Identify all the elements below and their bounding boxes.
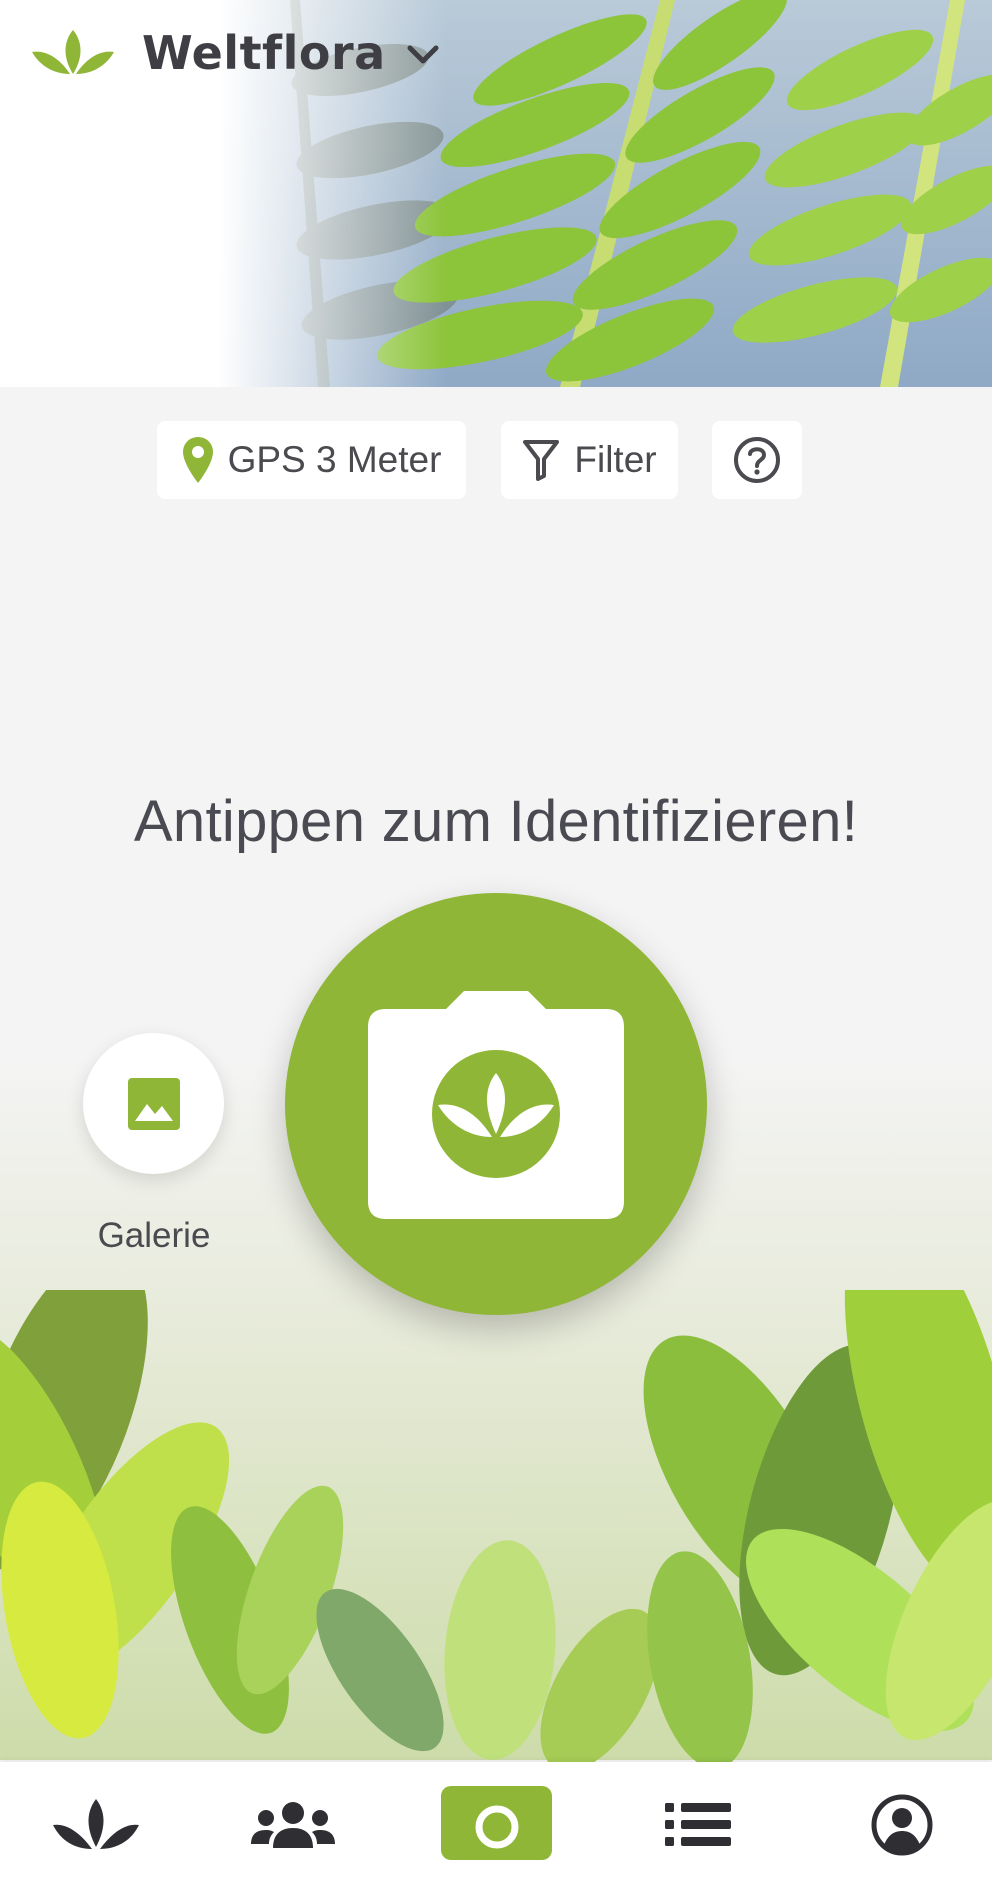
- question-circle-icon: [734, 437, 780, 483]
- flora-selector[interactable]: Weltflora: [30, 18, 440, 88]
- nav-camera[interactable]: [441, 1786, 552, 1860]
- decorative-leaves: [0, 1290, 992, 1762]
- identify-camera-button[interactable]: [285, 893, 707, 1315]
- profile-icon: [871, 1794, 933, 1856]
- nav-community[interactable]: [233, 1762, 353, 1888]
- nav-plants[interactable]: [36, 1762, 156, 1888]
- filter-label: Filter: [574, 439, 657, 480]
- help-button[interactable]: [712, 421, 802, 499]
- chevron-down-icon: [407, 45, 439, 64]
- camera-icon: [368, 991, 624, 1219]
- bottom-navigation: [0, 1762, 992, 1888]
- gallery-label: Galerie: [97, 1216, 211, 1255]
- filter-button[interactable]: Filter: [501, 421, 678, 499]
- location-pin-icon: [182, 437, 213, 483]
- list-icon: [665, 1803, 731, 1846]
- community-icon: [251, 1802, 335, 1848]
- image-icon: [127, 1077, 180, 1130]
- flora-selector-label: Weltflora: [142, 26, 386, 80]
- plant-logo-icon: [32, 30, 114, 74]
- filter-icon: [523, 440, 560, 481]
- identify-prompt: Antippen zum Identifizieren!: [133, 789, 859, 854]
- nav-profile[interactable]: [842, 1762, 962, 1888]
- plant-icon: [53, 1799, 139, 1849]
- gallery-button[interactable]: [83, 1033, 224, 1174]
- nav-list[interactable]: [638, 1762, 758, 1888]
- gps-accuracy-button[interactable]: GPS 3 Meter: [157, 421, 466, 499]
- header-banner: Weltflora: [0, 0, 992, 387]
- camera-icon: [475, 1805, 518, 1849]
- gps-accuracy-label: GPS 3 Meter: [227, 439, 442, 480]
